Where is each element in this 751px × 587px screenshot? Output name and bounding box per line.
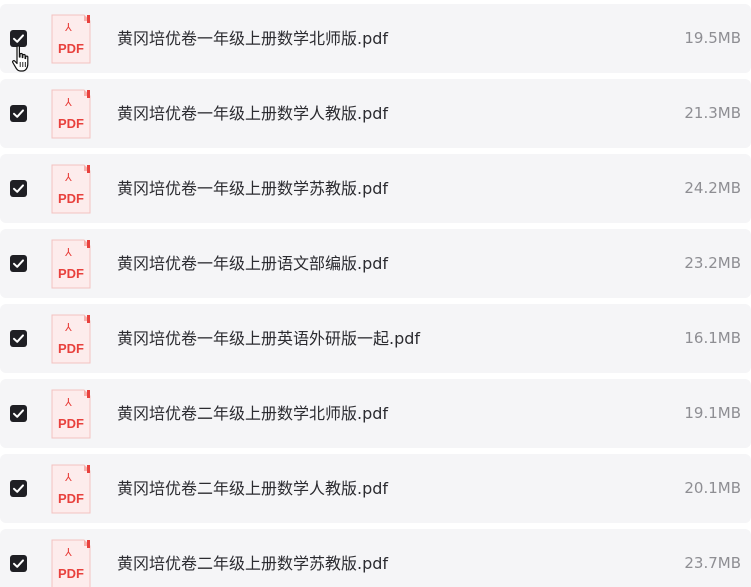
pdf-symbol: ⅄ (65, 171, 72, 184)
checkbox[interactable] (10, 105, 27, 122)
pdf-icon: ⅄ PDF (51, 239, 91, 289)
pdf-label: PDF (58, 191, 84, 206)
file-name[interactable]: 黄冈培优卷二年级上册数学人教版.pdf (117, 454, 388, 523)
pdf-label: PDF (58, 566, 84, 581)
checkmark-icon (13, 559, 24, 568)
file-name[interactable]: 黄冈培优卷二年级上册数学北师版.pdf (117, 379, 388, 448)
pdf-icon: ⅄ PDF (51, 14, 91, 64)
file-row[interactable]: ⅄ PDF 黄冈培优卷一年级上册英语外研版一起.pdf 16.1MB (0, 304, 751, 373)
checkmark-icon (13, 184, 24, 193)
pdf-label: PDF (58, 491, 84, 506)
file-size: 20.1MB (684, 479, 741, 497)
pdf-label: PDF (58, 116, 84, 131)
checkmark-icon (13, 109, 24, 118)
file-row[interactable]: ⅄ PDF 黄冈培优卷二年级上册数学人教版.pdf 20.1MB (0, 454, 751, 523)
file-name[interactable]: 黄冈培优卷一年级上册数学人教版.pdf (117, 79, 388, 148)
pdf-symbol: ⅄ (65, 471, 72, 484)
checkbox[interactable] (10, 555, 27, 572)
checkmark-icon (13, 484, 24, 493)
checkmark-icon (13, 259, 24, 268)
pdf-symbol: ⅄ (65, 96, 72, 109)
file-size: 19.5MB (684, 29, 741, 47)
file-row[interactable]: ⅄ PDF 黄冈培优卷二年级上册数学北师版.pdf 19.1MB (0, 379, 751, 448)
pdf-icon: ⅄ PDF (51, 89, 91, 139)
file-list: ⅄ PDF 黄冈培优卷一年级上册数学北师版.pdf 19.5MB ⅄ PDF 黄… (0, 0, 751, 587)
file-size: 23.2MB (684, 254, 741, 272)
file-name[interactable]: 黄冈培优卷二年级上册数学苏教版.pdf (117, 529, 388, 587)
pdf-icon: ⅄ PDF (51, 539, 91, 587)
pdf-label: PDF (58, 341, 84, 356)
pdf-icon: ⅄ PDF (51, 389, 91, 439)
pdf-symbol: ⅄ (65, 396, 72, 409)
file-row[interactable]: ⅄ PDF 黄冈培优卷二年级上册数学苏教版.pdf 23.7MB (0, 529, 751, 587)
file-name[interactable]: 黄冈培优卷一年级上册数学苏教版.pdf (117, 154, 388, 223)
pdf-icon: ⅄ PDF (51, 464, 91, 514)
checkmark-icon (13, 34, 24, 43)
file-size: 21.3MB (684, 104, 741, 122)
file-size: 24.2MB (684, 179, 741, 197)
pdf-label: PDF (58, 266, 84, 281)
file-row[interactable]: ⅄ PDF 黄冈培优卷一年级上册数学人教版.pdf 21.3MB (0, 79, 751, 148)
pdf-icon: ⅄ PDF (51, 164, 91, 214)
checkbox[interactable] (10, 255, 27, 272)
file-row[interactable]: ⅄ PDF 黄冈培优卷一年级上册数学北师版.pdf 19.5MB (0, 4, 751, 73)
file-row[interactable]: ⅄ PDF 黄冈培优卷一年级上册数学苏教版.pdf 24.2MB (0, 154, 751, 223)
file-row[interactable]: ⅄ PDF 黄冈培优卷一年级上册语文部编版.pdf 23.2MB (0, 229, 751, 298)
pdf-symbol: ⅄ (65, 321, 72, 334)
pdf-icon: ⅄ PDF (51, 314, 91, 364)
file-name[interactable]: 黄冈培优卷一年级上册英语外研版一起.pdf (117, 304, 420, 373)
checkmark-icon (13, 409, 24, 418)
pdf-symbol: ⅄ (65, 21, 72, 34)
pdf-label: PDF (58, 41, 84, 56)
checkbox[interactable] (10, 180, 27, 197)
checkbox[interactable] (10, 480, 27, 497)
file-size: 16.1MB (684, 329, 741, 347)
file-size: 19.1MB (684, 404, 741, 422)
pdf-label: PDF (58, 416, 84, 431)
file-name[interactable]: 黄冈培优卷一年级上册数学北师版.pdf (117, 4, 388, 73)
checkbox[interactable] (10, 30, 27, 47)
checkmark-icon (13, 334, 24, 343)
checkbox[interactable] (10, 405, 27, 422)
pdf-symbol: ⅄ (65, 546, 72, 559)
file-size: 23.7MB (684, 554, 741, 572)
checkbox[interactable] (10, 330, 27, 347)
pdf-symbol: ⅄ (65, 246, 72, 259)
file-name[interactable]: 黄冈培优卷一年级上册语文部编版.pdf (117, 229, 388, 298)
